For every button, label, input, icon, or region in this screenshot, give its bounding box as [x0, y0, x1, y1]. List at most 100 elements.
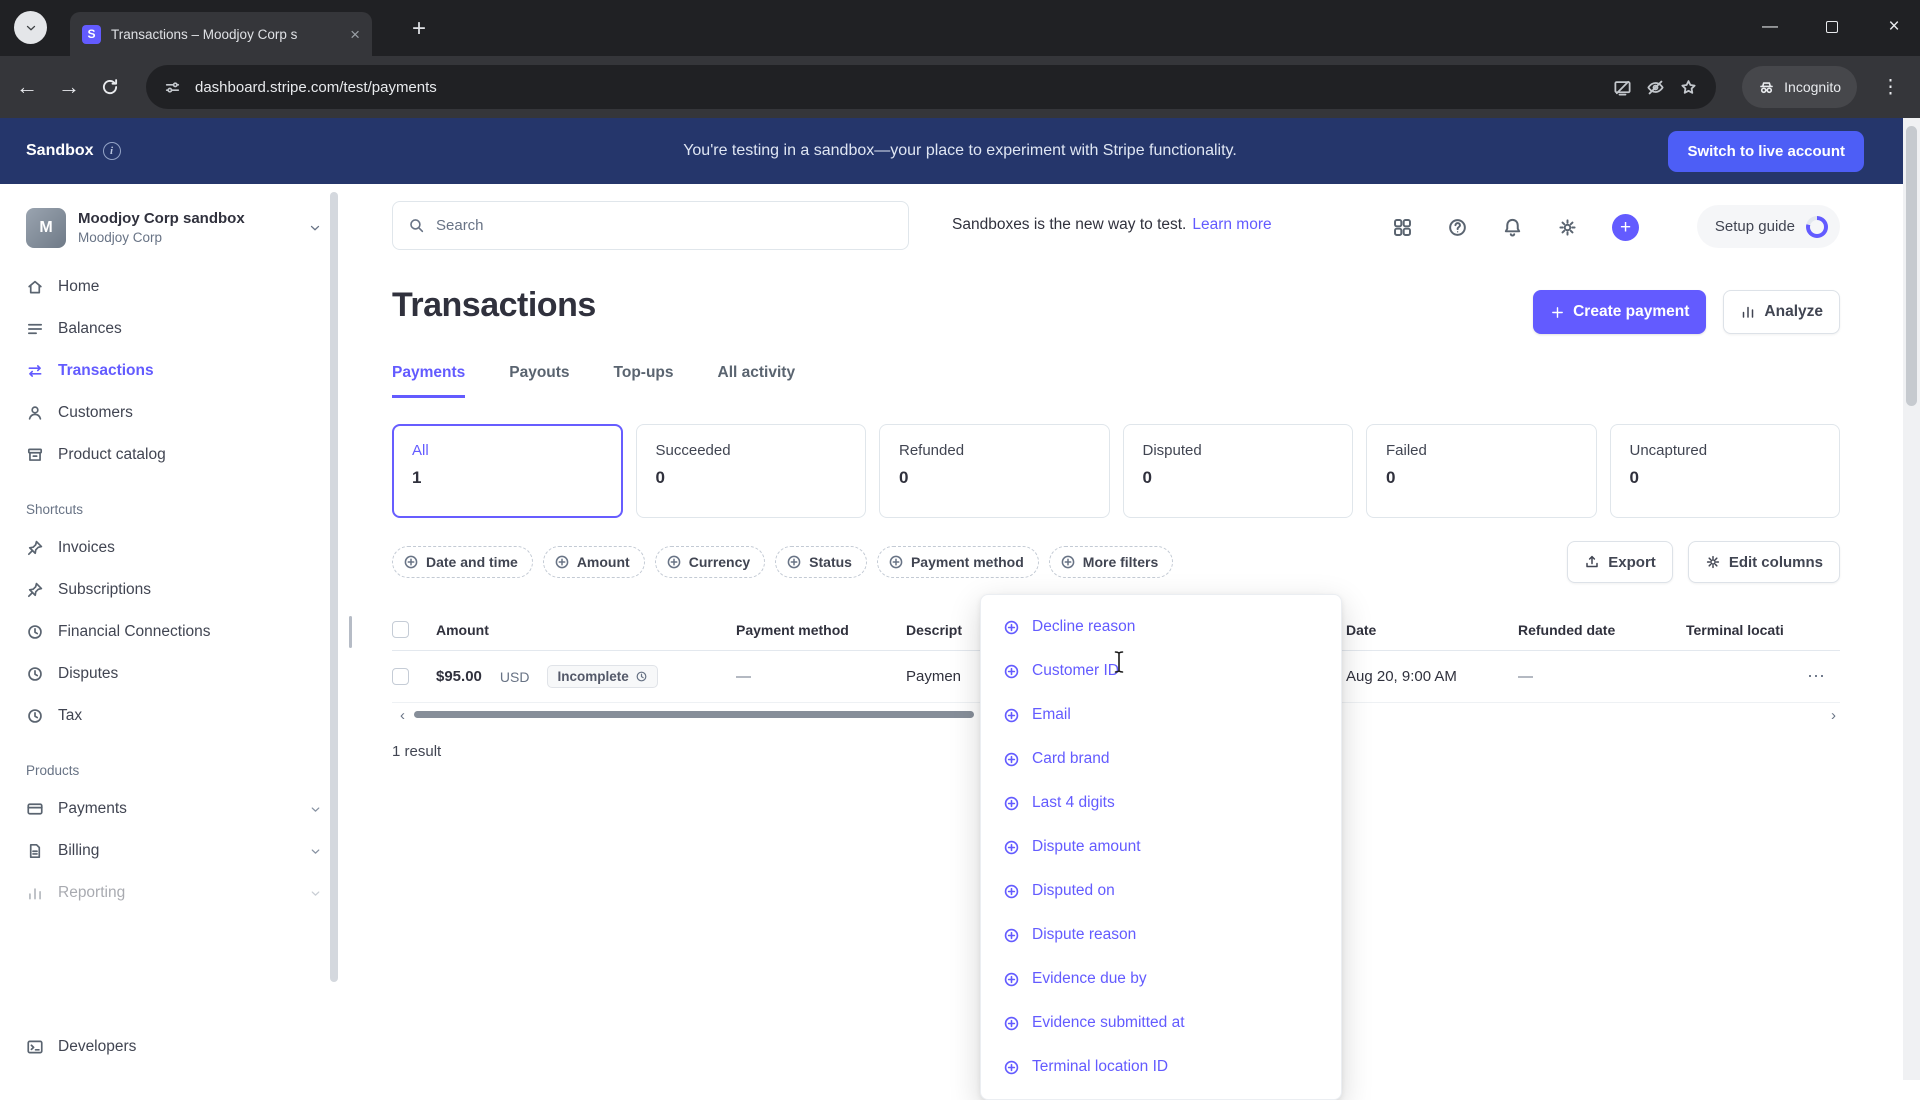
- filter-card-succeeded[interactable]: Succeeded 0: [636, 424, 867, 518]
- filter-card-uncaptured[interactable]: Uncaptured 0: [1610, 424, 1841, 518]
- tab-payments[interactable]: Payments: [392, 364, 465, 398]
- maximize-icon[interactable]: [1822, 17, 1842, 37]
- sidebar-item-label: Customers: [58, 404, 133, 422]
- bookmark-star-icon[interactable]: [1679, 78, 1698, 97]
- chevron-down-icon[interactable]: [309, 803, 322, 816]
- sidebar-scrollbar[interactable]: [330, 192, 338, 982]
- site-settings-icon[interactable]: [164, 79, 181, 96]
- pane-resize-handle[interactable]: [349, 616, 352, 648]
- info-icon[interactable]: i: [103, 142, 121, 160]
- bell-icon[interactable]: [1502, 217, 1523, 238]
- switch-to-live-button[interactable]: Switch to live account: [1668, 131, 1864, 172]
- url-text[interactable]: dashboard.stripe.com/test/payments: [195, 79, 1599, 96]
- column-header-payment-method[interactable]: Payment method: [736, 622, 906, 638]
- tab-top-ups[interactable]: Top-ups: [614, 364, 674, 398]
- tab-all-activity[interactable]: All activity: [718, 364, 796, 398]
- menu-item-decline-reason[interactable]: Decline reason: [981, 605, 1341, 649]
- status-filter-cards: All 1 Succeeded 0 Refunded 0 Disputed 0 …: [392, 424, 1840, 518]
- menu-item-last-4-digits[interactable]: Last 4 digits: [981, 781, 1341, 825]
- browser-menu-kebab-icon[interactable]: ⋮: [1877, 76, 1904, 99]
- filter-card-all[interactable]: All 1: [392, 424, 623, 518]
- create-payment-button[interactable]: Create payment: [1533, 290, 1706, 334]
- sidebar-item-disputes[interactable]: Disputes: [0, 653, 348, 695]
- setup-guide-button[interactable]: Setup guide: [1697, 205, 1840, 248]
- tab-payouts[interactable]: Payouts: [509, 364, 569, 398]
- scroll-right-icon[interactable]: ›: [1831, 707, 1836, 724]
- sidebar-item-payments[interactable]: Payments: [0, 788, 348, 830]
- scrollbar-thumb[interactable]: [414, 711, 974, 718]
- filter-chip-label: Payment method: [911, 554, 1024, 570]
- filter-chip-status[interactable]: Status: [775, 546, 867, 578]
- column-header-amount[interactable]: Amount: [436, 622, 736, 638]
- chevron-down-icon[interactable]: [309, 887, 322, 900]
- filter-chip-date-and-time[interactable]: Date and time: [392, 546, 533, 578]
- sidebar-item-reporting[interactable]: Reporting: [0, 872, 348, 914]
- column-header-date[interactable]: Date: [1346, 622, 1518, 638]
- sidebar-item-tax[interactable]: Tax: [0, 695, 348, 737]
- filter-chip-payment-method[interactable]: Payment method: [877, 546, 1039, 578]
- row-more-icon[interactable]: ⋯: [1686, 666, 1840, 687]
- clock-icon: [26, 707, 44, 725]
- menu-item-dispute-reason[interactable]: Dispute reason: [981, 913, 1341, 957]
- apps-grid-icon[interactable]: [1392, 217, 1413, 238]
- filter-card-label: Disputed: [1143, 442, 1334, 459]
- search-input[interactable]: [436, 217, 893, 234]
- sidebar-item-home[interactable]: Home: [0, 266, 348, 308]
- create-new-icon[interactable]: +: [1612, 214, 1639, 241]
- minimize-icon[interactable]: —: [1760, 17, 1780, 37]
- browser-tabstrip: S Transactions – Moodjoy Corp s × + — ×: [0, 0, 1920, 56]
- forward-icon[interactable]: →: [58, 76, 80, 98]
- menu-item-disputed-on[interactable]: Disputed on: [981, 869, 1341, 913]
- sidebar-item-transactions[interactable]: Transactions: [0, 350, 348, 392]
- chevron-down-icon[interactable]: [309, 845, 322, 858]
- learn-more-link[interactable]: Learn more: [1192, 216, 1271, 233]
- sidebar-item-subscriptions[interactable]: Subscriptions: [0, 569, 348, 611]
- menu-item-email[interactable]: Email: [981, 693, 1341, 737]
- reload-icon[interactable]: [100, 77, 120, 97]
- menu-item-terminal-location-id[interactable]: Terminal location ID: [981, 1045, 1341, 1089]
- page-scrollbar[interactable]: [1903, 118, 1920, 1080]
- analyze-button[interactable]: Analyze: [1723, 290, 1840, 334]
- address-bar[interactable]: dashboard.stripe.com/test/payments: [146, 65, 1716, 109]
- sidebar-item-developers[interactable]: Developers: [0, 1026, 348, 1068]
- column-header-refunded-date[interactable]: Refunded date: [1518, 622, 1686, 638]
- filter-card-disputed[interactable]: Disputed 0: [1123, 424, 1354, 518]
- screen-share-off-icon[interactable]: [1613, 78, 1632, 97]
- new-tab-button[interactable]: +: [412, 15, 426, 43]
- sidebar-item-balances[interactable]: Balances: [0, 308, 348, 350]
- row-checkbox[interactable]: [392, 668, 409, 685]
- menu-item-evidence-due-by[interactable]: Evidence due by: [981, 957, 1341, 1001]
- menu-item-dispute-amount[interactable]: Dispute amount: [981, 825, 1341, 869]
- help-icon[interactable]: [1447, 217, 1468, 238]
- sidebar-item-financial-connections[interactable]: Financial Connections: [0, 611, 348, 653]
- scrollbar-thumb[interactable]: [1906, 126, 1917, 406]
- filter-chip-amount[interactable]: Amount: [543, 546, 645, 578]
- products-header: Products: [0, 737, 348, 788]
- sidebar-item-customers[interactable]: Customers: [0, 392, 348, 434]
- edit-columns-button[interactable]: Edit columns: [1688, 541, 1840, 583]
- edit-columns-label: Edit columns: [1729, 554, 1823, 571]
- tab-close-icon[interactable]: ×: [350, 26, 360, 43]
- back-icon[interactable]: ←: [16, 76, 38, 98]
- export-button[interactable]: Export: [1567, 541, 1673, 583]
- filter-card-failed[interactable]: Failed 0: [1366, 424, 1597, 518]
- sidebar-item-product-catalog[interactable]: Product catalog: [0, 434, 348, 476]
- gear-icon[interactable]: [1557, 217, 1578, 238]
- search-box[interactable]: [392, 201, 909, 250]
- filter-chip-currency[interactable]: Currency: [655, 546, 765, 578]
- account-switcher[interactable]: M Moodjoy Corp sandbox Moodjoy Corp: [0, 184, 348, 266]
- eye-off-icon[interactable]: [1646, 78, 1665, 97]
- menu-item-card-brand[interactable]: Card brand: [981, 737, 1341, 781]
- sidebar-item-billing[interactable]: Billing: [0, 830, 348, 872]
- close-window-icon[interactable]: ×: [1884, 17, 1904, 37]
- browser-profile-button[interactable]: [14, 11, 47, 44]
- sidebar-item-invoices[interactable]: Invoices: [0, 527, 348, 569]
- filter-card-refunded[interactable]: Refunded 0: [879, 424, 1110, 518]
- select-all-checkbox[interactable]: [392, 621, 409, 638]
- browser-tab[interactable]: S Transactions – Moodjoy Corp s ×: [70, 12, 372, 56]
- scroll-left-icon[interactable]: ‹: [400, 707, 405, 724]
- menu-item-evidence-submitted-at[interactable]: Evidence submitted at: [981, 1001, 1341, 1045]
- filter-chip-more-filters[interactable]: More filters: [1049, 546, 1173, 578]
- menu-item-customer-id[interactable]: Customer ID: [981, 649, 1341, 693]
- column-header-terminal-location[interactable]: Terminal locati: [1686, 622, 1840, 638]
